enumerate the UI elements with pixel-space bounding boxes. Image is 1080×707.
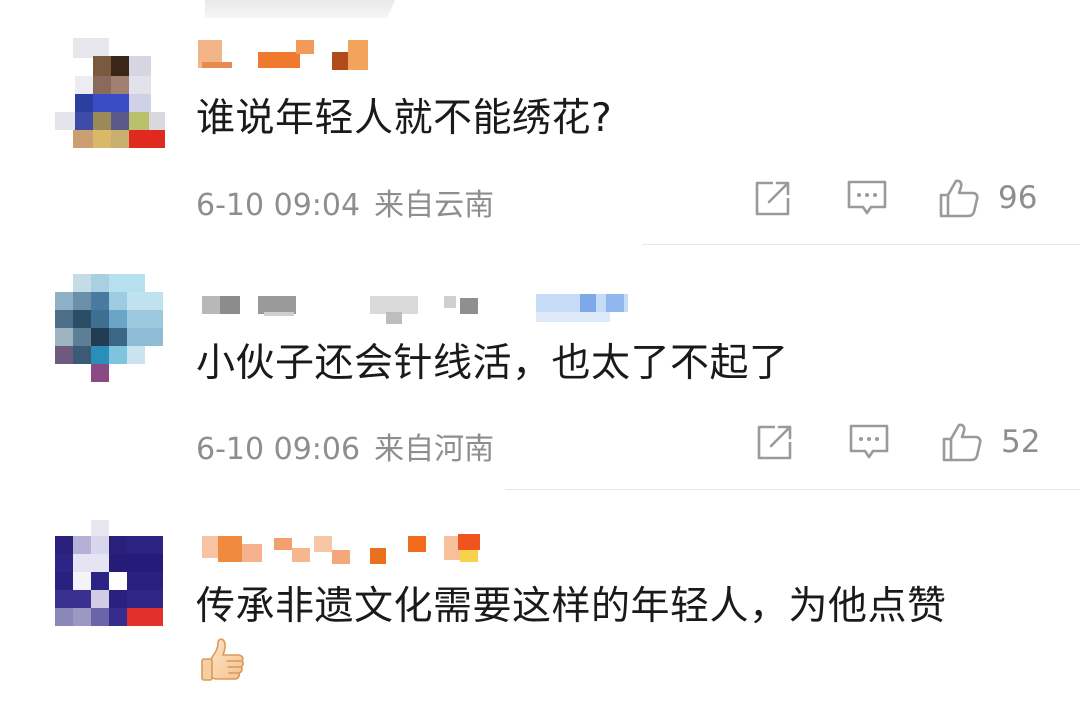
comment-text: 小伙子还会针线活，也太了不起了: [196, 341, 789, 386]
comment-item: 小伙子还会针线活，也太了不起了 6-10 09:06 来自河南 52: [0, 246, 1080, 490]
username-redacted[interactable]: [198, 534, 638, 574]
thumbs-up-icon[interactable]: [937, 176, 981, 220]
share-icon[interactable]: [751, 176, 795, 220]
avatar[interactable]: [55, 38, 165, 148]
comment-actions: 52: [0, 420, 1080, 470]
username-redacted[interactable]: [198, 36, 638, 76]
comment-text: 传承非遗文化需要这样的年轻人，为他点赞: [196, 584, 947, 629]
username-redacted[interactable]: [198, 294, 638, 334]
thumbs-up-icon[interactable]: [940, 420, 984, 464]
comment-item: 传承非遗文化需要这样的年轻人，为他点赞: [0, 490, 1080, 707]
comment-item: 谁说年轻人就不能绣花? 6-10 09:04 来自云南 96: [0, 0, 1080, 246]
divider: [642, 244, 1080, 245]
comment-icon[interactable]: [847, 420, 891, 464]
comment-text: 谁说年轻人就不能绣花?: [196, 96, 613, 141]
share-icon[interactable]: [753, 420, 797, 464]
like-count: 96: [998, 180, 1038, 216]
like-count: 52: [1001, 424, 1041, 460]
comment-actions: 96: [0, 176, 1080, 226]
thumbs-up-emoji: [201, 638, 244, 681]
avatar[interactable]: [55, 520, 165, 630]
avatar[interactable]: [55, 274, 165, 384]
comment-icon[interactable]: [845, 176, 889, 220]
